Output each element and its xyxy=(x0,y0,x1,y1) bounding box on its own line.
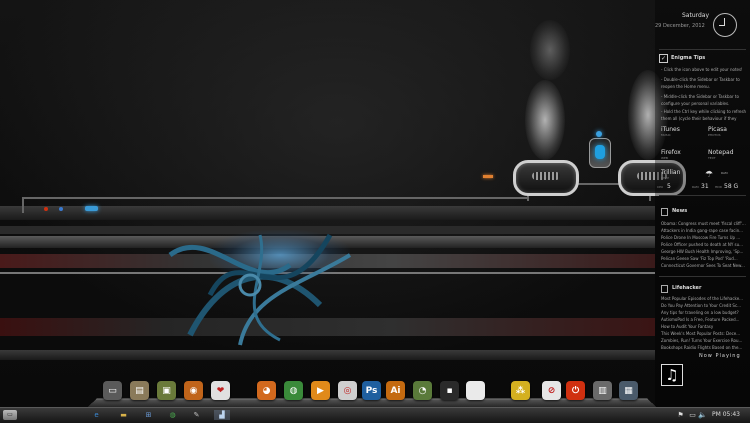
clock-icon[interactable] xyxy=(713,13,737,37)
dock: ▭ ▤ ▣ ◉ ❤ ◕ ◍ ▶ ◎ Ps Ai ◔ ▪ ⁂ ⊘ ⏻ ▥ ▦ xyxy=(103,381,643,403)
lifehacker-icon xyxy=(661,285,668,293)
now-playing-label: Now Playing xyxy=(699,353,741,359)
taskbar: ▭ e ▬ ⊞ ◍ ✎ ▟ ⚑ ▭ 🔈 PM 05:43 xyxy=(0,407,750,423)
satellite-dish-icon: ☂ xyxy=(705,170,714,180)
dock-icon-documents[interactable]: ▤ xyxy=(130,381,149,400)
start-button[interactable]: ▭ xyxy=(3,410,17,420)
dock-icon-media-player[interactable]: ▶ xyxy=(311,381,330,400)
ram-label: RAM xyxy=(721,171,728,175)
dock-icon-pictures[interactable]: ▣ xyxy=(157,381,176,400)
lifehacker-title: Lifehacker xyxy=(672,285,702,291)
lifehacker-list: Most Popular Episodes of the Lifehacke..… xyxy=(661,295,749,351)
date-label: 29 December, 2012 xyxy=(655,23,705,29)
volume-icon[interactable]: 🔈 xyxy=(697,410,708,420)
dock-icon-media-center[interactable]: ⁂ xyxy=(511,381,530,400)
robot-core xyxy=(589,138,611,168)
shortcut-picasa[interactable]: Picasa PHOTOS xyxy=(708,126,727,137)
clock-time[interactable]: PM 05:43 xyxy=(712,411,740,418)
dock-icon-disc[interactable]: ◎ xyxy=(338,381,357,400)
hdd-value: 58 G xyxy=(724,183,739,190)
smoke xyxy=(530,20,570,80)
cpu-label: CPU xyxy=(657,185,664,189)
blue-indicator xyxy=(85,206,98,211)
shortcut-itunes[interactable]: iTunes MUSIC xyxy=(661,126,680,137)
dock-icon-computer[interactable]: ▭ xyxy=(103,381,122,400)
lifehacker-item[interactable]: Any tips for traveling on a low budget? xyxy=(661,309,749,316)
dock-icon-archive[interactable]: ▦ xyxy=(619,381,638,400)
dock-icon-console[interactable]: ▪ xyxy=(440,381,459,400)
ram-value: 31 xyxy=(701,183,709,190)
news-list: Obama: Congress must meet 'fiscal cliff'… xyxy=(661,220,749,269)
lifehacker-item[interactable]: Zombies, Run! Turns Your Exercise Rou... xyxy=(661,337,749,344)
robot-eye xyxy=(596,131,602,137)
taskbar-app-explorer[interactable]: ▬ xyxy=(118,410,129,420)
dock-icon-chrome[interactable]: ◍ xyxy=(284,381,303,400)
divider xyxy=(659,276,746,277)
notes-checkbox-icon[interactable]: ✓ xyxy=(659,54,668,63)
news-item[interactable]: George HW Bush Health Improving, 'Sp... xyxy=(661,248,749,255)
sidebar: Saturday 29 December, 2012 ✓ Enigma Tips… xyxy=(655,0,750,407)
dock-icon-music[interactable]: ◉ xyxy=(184,381,203,400)
tip-line: - Click the icon above to edit your note… xyxy=(661,67,743,72)
shortcut-trillian[interactable]: Trillian CHAT xyxy=(661,169,680,180)
news-title: News xyxy=(672,208,688,214)
pipe-line xyxy=(22,197,527,199)
dock-icon-illustrator[interactable]: Ai xyxy=(386,381,405,400)
shortcut-notepad[interactable]: Notepad TEXT xyxy=(708,149,734,160)
dock-icon-firefox[interactable]: ◕ xyxy=(257,381,276,400)
smoke xyxy=(525,80,565,160)
hdd-label: HDD xyxy=(715,185,722,189)
tip-line: - Middle-click the Sidebar or Taskbar to… xyxy=(661,94,739,106)
dock-icon-favorites[interactable]: ❤ xyxy=(211,381,230,400)
tip-line: - Double-click the Sidebar or Taskbar to… xyxy=(661,77,740,89)
flag-icon[interactable]: ⚑ xyxy=(675,410,686,420)
dock-icon-trash[interactable]: ▥ xyxy=(593,381,612,400)
music-note-icon[interactable]: ♫ xyxy=(661,364,683,386)
tips-title: Enigma Tips xyxy=(671,55,706,61)
taskbar-app-windows[interactable]: ⊞ xyxy=(143,410,154,420)
lifehacker-item[interactable]: Do You Pay Attention to Your Credit Sc..… xyxy=(661,302,749,309)
divider xyxy=(659,49,746,50)
news-item[interactable]: Police Officer pushed to death at NY su.… xyxy=(661,241,749,248)
news-item[interactable]: Police Drone In Moscow Fire Turns Up ... xyxy=(661,234,749,241)
cpu-value: 5 xyxy=(667,183,671,190)
taskbar-app-paint[interactable]: ✎ xyxy=(191,410,202,420)
day-label: Saturday xyxy=(682,12,710,19)
news-item[interactable]: Connecticut Governor Sees To Seat New... xyxy=(661,262,749,269)
orange-light xyxy=(483,175,493,178)
taskbar-app-active-app[interactable]: ▟ xyxy=(214,410,230,420)
lifehacker-item[interactable]: How to Audit Your Fantasy xyxy=(661,323,749,330)
divider xyxy=(659,195,746,196)
lifehacker-item[interactable]: AutismoPod Is a Free, Feature Packed... xyxy=(661,316,749,323)
lifehacker-item[interactable]: This Week's Most Popular Posts: Dece... xyxy=(661,330,749,337)
lifehacker-item[interactable]: Bookshops Raidio Flights Based on the... xyxy=(661,344,749,351)
dock-icon-no-entry[interactable]: ⊘ xyxy=(542,381,561,400)
tip-line: - Hold the Ctrl key while clicking to re… xyxy=(661,109,747,121)
dock-icon-utility[interactable]: ◔ xyxy=(413,381,432,400)
dock-icon-notes[interactable] xyxy=(466,381,485,400)
news-item[interactable]: Attackers in India gang-rape case facin.… xyxy=(661,227,749,234)
news-item[interactable]: Obama: Congress must meet 'fiscal cliff'… xyxy=(661,220,749,227)
cables-graphic xyxy=(168,233,352,346)
taskbar-app-chrome[interactable]: ◍ xyxy=(167,410,178,420)
lifehacker-item[interactable]: Most Popular Episodes of the Lifehacke..… xyxy=(661,295,749,302)
blue-light xyxy=(59,207,63,211)
dock-icon-power[interactable]: ⏻ xyxy=(566,381,585,400)
steam-pod-left xyxy=(513,160,579,196)
pipe-line xyxy=(22,197,24,213)
news-icon xyxy=(661,208,668,216)
news-item[interactable]: Pelican Geese Saw 'Fiz Top Pod' 'Rud... xyxy=(661,255,749,262)
ram-stat-label: RAM xyxy=(692,185,699,189)
dock-icon-photoshop[interactable]: Ps xyxy=(362,381,381,400)
desktop-wallpaper xyxy=(0,0,750,407)
taskbar-app-internet-explorer[interactable]: e xyxy=(91,410,102,420)
shortcut-firefox[interactable]: Firefox WEB xyxy=(661,149,681,160)
red-light xyxy=(44,207,48,211)
